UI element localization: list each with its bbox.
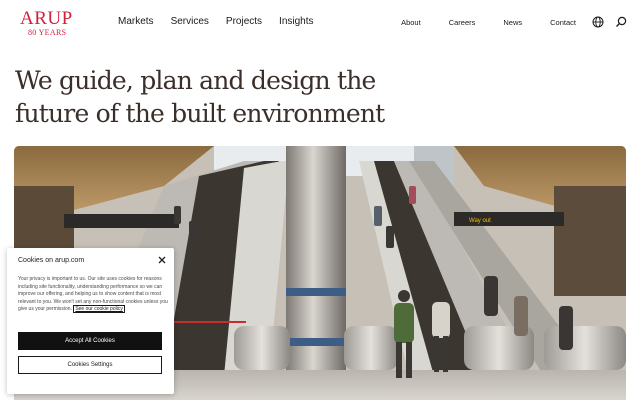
cookies-settings-button[interactable]: Cookies Settings (18, 356, 162, 374)
way-out-sign: Way out (469, 218, 491, 224)
logo-wordmark: ARUP (20, 8, 73, 29)
accept-all-cookies-button[interactable]: Accept All Cookies (18, 332, 162, 350)
logo-tagline: 80 YEARS (28, 28, 67, 37)
cookie-banner-title: Cookies on arup.com (18, 257, 85, 264)
nav-projects[interactable]: Projects (226, 16, 262, 27)
search-icon[interactable] (615, 16, 627, 28)
hero-heading-line-1: We guide, plan and design the (15, 66, 376, 95)
cookie-banner-text: Your privacy is important to us. Our sit… (18, 276, 170, 314)
site-header: ARUP 80 YEARS Markets Services Projects … (0, 0, 640, 46)
arup-logo[interactable]: ARUP 80 YEARS (20, 9, 76, 39)
globe-icon[interactable] (592, 16, 604, 28)
hero-heading-line-2: future of the built environment (15, 99, 385, 128)
primary-nav: Markets Services Projects Insights (118, 16, 331, 27)
cookie-policy-link[interactable]: See our cookie policy (73, 305, 125, 314)
nav-insights[interactable]: Insights (279, 16, 313, 27)
secondary-nav: About Careers News Contact (373, 18, 576, 27)
nav-news[interactable]: News (503, 18, 522, 27)
nav-contact[interactable]: Contact (550, 18, 576, 27)
hero-heading: We guide, plan and design the future of … (15, 64, 435, 130)
cookie-banner: Cookies on arup.com Your privacy is impo… (7, 248, 174, 394)
nav-services[interactable]: Services (171, 16, 209, 27)
close-icon[interactable] (157, 255, 167, 265)
nav-careers[interactable]: Careers (449, 18, 476, 27)
nav-markets[interactable]: Markets (118, 16, 154, 27)
nav-about[interactable]: About (401, 18, 421, 27)
